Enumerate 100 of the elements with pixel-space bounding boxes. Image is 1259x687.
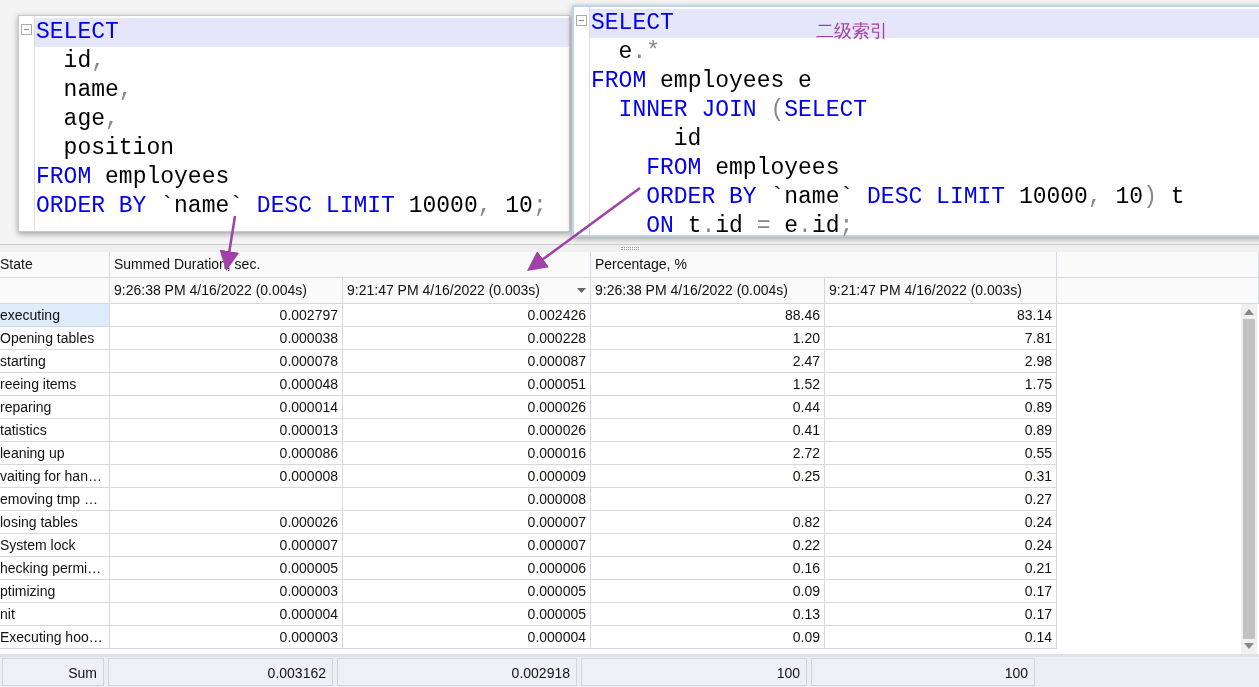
table-cell: 0.44 [591, 396, 825, 419]
splitter-handle[interactable] [620, 247, 639, 250]
sum-cell: 0.002918 [337, 658, 577, 686]
table-cell: 0.000026 [110, 511, 343, 534]
table-cell: 7.81 [825, 327, 1057, 350]
state-cell[interactable]: vaiting for han… [0, 465, 110, 488]
code-line: id, [62, 47, 107, 76]
table-cell: 0.000007 [343, 511, 591, 534]
table-cell: 0.31 [825, 465, 1057, 488]
annotation-text: 二级索引 [816, 19, 888, 43]
state-cell[interactable]: System lock [0, 534, 110, 557]
state-cell[interactable]: executing [0, 304, 110, 327]
table-cell: 0.000005 [343, 603, 591, 626]
table-cell: 0.000005 [343, 580, 591, 603]
sum-label: Sum [2, 658, 104, 686]
state-cell[interactable]: hecking permi… [0, 557, 110, 580]
code-line: ORDER BY `name` DESC LIMIT 10000, 10; [35, 192, 548, 221]
sum-cell: 0.003162 [108, 658, 333, 686]
table-cell: 0.22 [591, 534, 825, 557]
table-cell: 0.000004 [343, 626, 591, 649]
table-cell: 0.000014 [110, 396, 343, 419]
table-cell: 0.000087 [343, 350, 591, 373]
state-cell[interactable]: Opening tables [0, 327, 110, 350]
table-cell: 0.000026 [343, 419, 591, 442]
table-cell: 83.14 [825, 304, 1057, 327]
table-cell: 0.16 [591, 557, 825, 580]
code-line: age, [62, 105, 120, 134]
table-cell: 0.000005 [110, 557, 343, 580]
table-cell: 0.09 [591, 580, 825, 603]
code-line: name, [62, 76, 134, 105]
table-cell: 0.000013 [110, 419, 343, 442]
table-cell: 0.09 [591, 626, 825, 649]
table-cell: 0.000007 [343, 534, 591, 557]
table-cell: 0.000051 [343, 373, 591, 396]
table-cell: 1.20 [591, 327, 825, 350]
table-cell: 1.75 [825, 373, 1057, 396]
scrollbar[interactable] [1241, 304, 1257, 654]
column-header[interactable]: 9:26:38 PM 4/16/2022 (0.004s) [591, 278, 825, 304]
table-cell: 0.24 [825, 534, 1057, 557]
code-line: e.* [617, 38, 662, 67]
table-cell: 1.52 [591, 373, 825, 396]
table-cell: 0.21 [825, 557, 1057, 580]
fold-icon[interactable] [21, 24, 32, 35]
column-header[interactable]: 9:21:47 PM 4/16/2022 (0.003s) [343, 278, 591, 304]
table-cell: 0.24 [825, 511, 1057, 534]
column-header[interactable]: 9:21:47 PM 4/16/2022 (0.003s) [825, 278, 1057, 304]
table-cell: 0.000006 [343, 557, 591, 580]
sum-cell: 100 [581, 658, 807, 686]
scroll-up-icon[interactable] [1244, 309, 1254, 315]
table-cell: 2.72 [591, 442, 825, 465]
table-cell: 0.89 [825, 419, 1057, 442]
state-cell[interactable]: reparing [0, 396, 110, 419]
code-line: FROM employees e [590, 67, 813, 96]
column-header[interactable]: State [0, 252, 110, 278]
table-cell: 0.000016 [343, 442, 591, 465]
code-line: FROM employees [35, 163, 231, 192]
table-cell: 0.55 [825, 442, 1057, 465]
scroll-down-icon[interactable] [1244, 643, 1254, 649]
table-cell: 2.47 [591, 350, 825, 373]
table-cell: 0.17 [825, 580, 1057, 603]
state-cell[interactable]: nit [0, 603, 110, 626]
column-header[interactable]: 9:26:38 PM 4/16/2022 (0.004s) [110, 278, 343, 304]
table-cell: 0.41 [591, 419, 825, 442]
code-line: id [672, 125, 703, 154]
scroll-thumb[interactable] [1243, 319, 1255, 639]
table-cell: 2.98 [825, 350, 1057, 373]
state-cell[interactable]: ptimizing [0, 580, 110, 603]
table-cell: 0.17 [825, 603, 1057, 626]
code-line: ORDER BY `name` DESC LIMIT 10000, 10) t [645, 183, 1186, 212]
state-cell[interactable]: losing tables [0, 511, 110, 534]
table-cell: 0.000048 [110, 373, 343, 396]
table-cell: 0.000008 [110, 465, 343, 488]
table-cell: 0.000086 [110, 442, 343, 465]
state-cell[interactable]: Executing hoo… [0, 626, 110, 649]
state-cell[interactable]: reeing items [0, 373, 110, 396]
code-line: FROM employees [645, 154, 841, 183]
table-cell: 88.46 [591, 304, 825, 327]
table-cell: 0.27 [825, 488, 1057, 511]
dropdown-icon[interactable] [577, 288, 586, 293]
table-cell: 0.000004 [110, 603, 343, 626]
table-cell: 0.000026 [343, 396, 591, 419]
code-line: INNER JOIN (SELECT [617, 96, 869, 125]
table-cell: 0.89 [825, 396, 1057, 419]
table-cell: 0.000007 [110, 534, 343, 557]
table-cell: 0.14 [825, 626, 1057, 649]
column-header[interactable]: Percentage, % [591, 252, 1057, 278]
table-cell: 0.13 [591, 603, 825, 626]
sum-cell: 100 [811, 658, 1035, 686]
fold-icon[interactable] [576, 15, 587, 26]
table-cell: 0.000003 [110, 626, 343, 649]
table-cell: 0.000078 [110, 350, 343, 373]
state-cell[interactable]: starting [0, 350, 110, 373]
table-cell: 0.000009 [343, 465, 591, 488]
state-cell[interactable]: leaning up [0, 442, 110, 465]
table-cell: 0.000228 [343, 327, 591, 350]
code-line: position [62, 134, 176, 163]
state-cell[interactable]: tatistics [0, 419, 110, 442]
table-cell: 0.000038 [110, 327, 343, 350]
state-cell[interactable]: emoving tmp … [0, 488, 110, 511]
table-cell: 0.82 [591, 511, 825, 534]
